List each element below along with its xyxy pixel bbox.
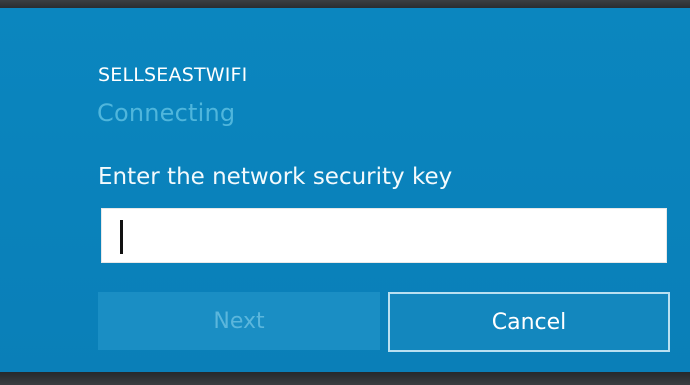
network-name: SELLSEASTWIFI (98, 64, 248, 86)
security-key-input[interactable] (101, 208, 667, 263)
wifi-flyout-panel: SELLSEASTWIFI Connecting Enter the netwo… (0, 8, 690, 372)
next-button[interactable]: Next (98, 292, 380, 350)
screen-frame: SELLSEASTWIFI Connecting Enter the netwo… (0, 0, 690, 385)
security-key-label: Enter the network security key (98, 164, 453, 190)
text-caret (120, 220, 123, 254)
cancel-button[interactable]: Cancel (388, 292, 670, 352)
bottom-edge (0, 372, 690, 385)
connection-status: Connecting (97, 99, 236, 127)
top-edge (0, 0, 690, 8)
